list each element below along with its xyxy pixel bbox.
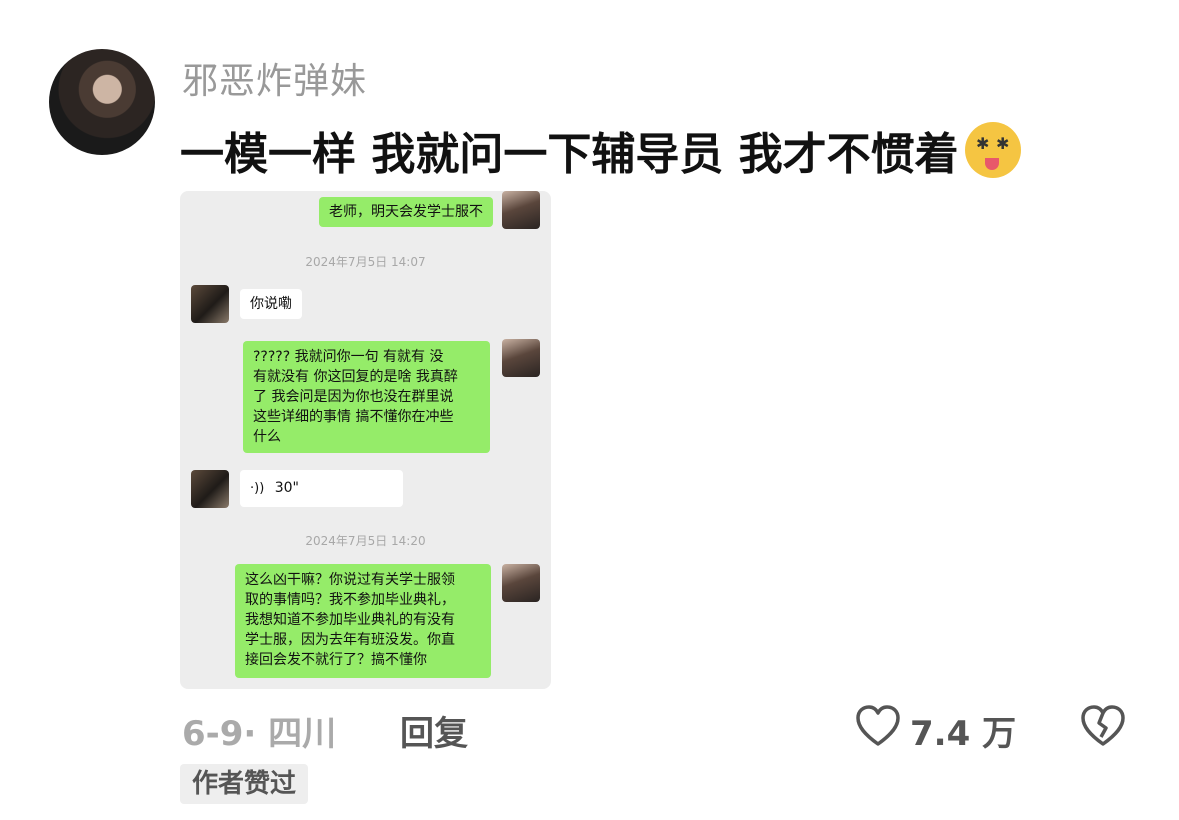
- chat-screenshot-image[interactable]: 老师，明天会发学士服不 2024年7月5日 14:07 你说嘞 ????? 我就…: [180, 191, 551, 689]
- username[interactable]: 邪恶炸弹妹: [182, 52, 367, 104]
- chat-avatar-other: [191, 285, 229, 323]
- tongue-icon: [984, 158, 999, 170]
- chat-line: 了 我会问是因为你也没在群里说: [253, 389, 454, 405]
- star-eye-icon: ✱: [995, 134, 1010, 153]
- voice-wave-icon: ·)): [250, 481, 265, 496]
- chat-line: 有就没有 你这回复的是啥 我真醉: [253, 369, 458, 385]
- like-heart-icon[interactable]: [855, 704, 901, 750]
- chat-line: 这么凶干嘛？你说过有关学士服领: [245, 572, 455, 588]
- drooling-crazy-face-emoji-icon: ✱ ✱: [964, 122, 1021, 178]
- chat-bubble-self: 这么凶干嘛？你说过有关学士服领 取的事情吗？我不参加毕业典礼， 我想知道不参加毕…: [235, 564, 491, 678]
- chat-bubble-other: 你说嘞: [240, 289, 302, 319]
- comment-text: 一模一样 我就问一下辅导员 我才不惯着: [180, 129, 959, 180]
- dislike-broken-heart-icon[interactable]: [1080, 704, 1126, 750]
- chat-bubble-self: 老师，明天会发学士服不: [319, 197, 493, 227]
- chat-line: 接回会发不就行了？搞不懂你: [245, 652, 427, 668]
- comment-body: 一模一样 我就问一下辅导员 我才不惯着 ✱ ✱: [180, 118, 1021, 182]
- chat-avatar-self: [502, 339, 540, 377]
- chat-line: 学士服，因为去年有班没发。你直: [245, 632, 455, 648]
- voice-message[interactable]: ·)) 30": [240, 470, 403, 507]
- chat-avatar-self: [502, 564, 540, 602]
- chat-line: 这些详细的事情 搞不懂你在冲些: [253, 409, 454, 425]
- chat-line: 什么: [253, 429, 281, 445]
- chat-avatar-self: [502, 191, 540, 229]
- chat-line: 取的事情吗？我不参加毕业典礼，: [245, 592, 455, 608]
- voice-duration: 30": [274, 480, 299, 496]
- like-count: 7.4 万: [910, 714, 1017, 754]
- chat-line: ????? 我就问你一句 有就有 没: [253, 349, 444, 365]
- author-liked-badge: 作者赞过: [180, 764, 309, 804]
- chat-avatar-other: [191, 470, 229, 508]
- chat-bubble-self: ????? 我就问你一句 有就有 没 有就没有 你这回复的是啥 我真醉 了 我会…: [243, 341, 490, 453]
- avatar[interactable]: [49, 49, 155, 155]
- reply-button[interactable]: 回复: [400, 706, 468, 755]
- star-eye-icon: ✱: [975, 134, 990, 153]
- chat-timestamp: 2024年7月5日 14:20: [305, 534, 426, 548]
- date-location: 6-9· 四川: [182, 714, 337, 754]
- chat-timestamp: 2024年7月5日 14:07: [305, 255, 426, 269]
- chat-line: 我想知道不参加毕业典礼的有没有: [245, 612, 455, 628]
